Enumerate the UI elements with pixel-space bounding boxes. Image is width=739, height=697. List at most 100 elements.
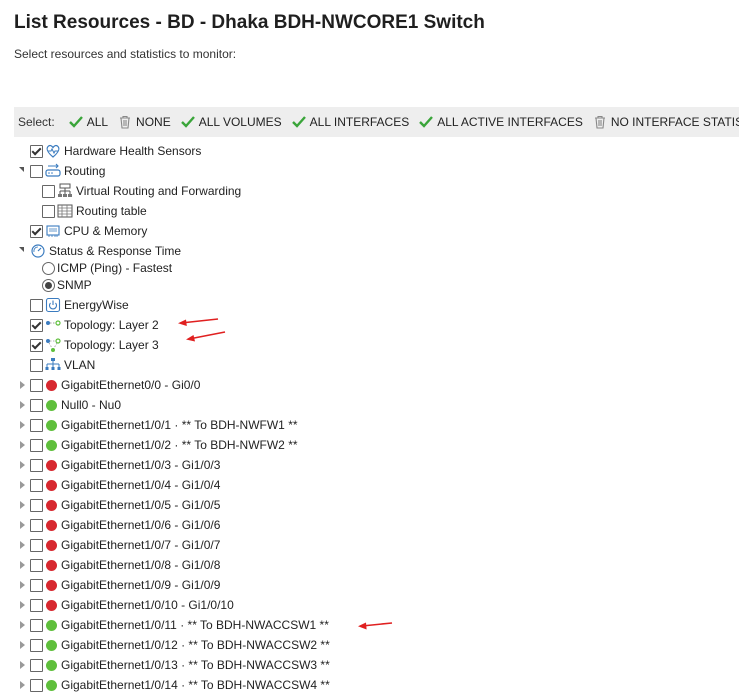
tree-item-topology-layer-3: Topology: Layer 3 [30, 335, 159, 355]
interface-checkbox[interactable] [30, 458, 43, 472]
status-down-icon [46, 479, 57, 491]
topology-layer-3-checkbox[interactable] [30, 338, 43, 352]
select-all-button[interactable]: ALL [68, 115, 108, 129]
interface-row: GigabitEthernet1/0/12 · ** To BDH-NWACCS… [30, 635, 330, 655]
topology-icon [46, 338, 61, 352]
interface-checkbox[interactable] [30, 578, 43, 592]
interface-checkbox[interactable] [30, 658, 43, 672]
interface-label: GigabitEthernet1/0/10 - Gi1/0/10 [61, 598, 234, 612]
chip-icon [46, 225, 60, 237]
select-all-active-interfaces-label: ALL ACTIVE INTERFACES [437, 115, 583, 129]
vrf-icon [58, 183, 72, 197]
interface-checkbox[interactable] [30, 538, 43, 552]
interface-label: GigabitEthernet1/0/12 · ** To BDH-NWACCS… [61, 638, 330, 652]
routing-table-label: Routing table [76, 204, 147, 218]
interface-expander[interactable] [20, 561, 25, 569]
interface-row: GigabitEthernet1/0/11 · ** To BDH-NWACCS… [30, 615, 329, 635]
status-down-icon [46, 579, 57, 591]
interface-expander[interactable] [20, 581, 25, 589]
check-icon [291, 116, 306, 128]
tree-item-cpu-memory: CPU & Memory [30, 221, 147, 241]
interface-expander[interactable] [20, 641, 25, 649]
interface-label: GigabitEthernet0/0 - Gi0/0 [61, 378, 201, 392]
vrf-checkbox[interactable] [42, 184, 55, 198]
tree-item-topology-layer-2: Topology: Layer 2 [30, 315, 159, 335]
select-all-active-interfaces-button[interactable]: ALL ACTIVE INTERFACES [419, 115, 583, 129]
interface-expander[interactable] [20, 381, 25, 389]
vrf-label: Virtual Routing and Forwarding [76, 184, 242, 198]
status-down-icon [46, 539, 57, 551]
interface-expander[interactable] [20, 461, 25, 469]
interface-label: GigabitEthernet1/0/5 - Gi1/0/5 [61, 498, 221, 512]
interface-row: GigabitEthernet1/0/13 · ** To BDH-NWACCS… [30, 655, 330, 675]
status-down-icon [46, 519, 57, 531]
interface-checkbox[interactable] [30, 518, 43, 532]
interface-checkbox[interactable] [30, 558, 43, 572]
interface-expander[interactable] [20, 541, 25, 549]
energywise-label: EnergyWise [64, 298, 129, 312]
page-subtitle: Select resources and statistics to monit… [14, 47, 237, 61]
hardware-health-checkbox[interactable] [30, 144, 43, 158]
interface-checkbox[interactable] [30, 418, 43, 432]
interface-label: GigabitEthernet1/0/14 · ** To BDH-NWACCS… [61, 678, 330, 692]
topology-layer-2-checkbox[interactable] [30, 318, 43, 332]
interface-expander[interactable] [20, 681, 25, 689]
interface-row: GigabitEthernet1/0/14 · ** To BDH-NWACCS… [30, 675, 330, 695]
interface-expander[interactable] [20, 601, 25, 609]
select-all-interfaces-button[interactable]: ALL INTERFACES [291, 115, 410, 129]
interface-expander[interactable] [20, 481, 25, 489]
interface-checkbox[interactable] [30, 378, 43, 392]
interface-expander[interactable] [20, 421, 25, 429]
energywise-checkbox[interactable] [30, 298, 43, 312]
interface-checkbox[interactable] [30, 638, 43, 652]
routing-table-checkbox[interactable] [42, 204, 55, 218]
interface-label: GigabitEthernet1/0/13 · ** To BDH-NWACCS… [61, 658, 330, 672]
status-up-icon [46, 679, 57, 691]
interface-checkbox[interactable] [30, 398, 43, 412]
tree-item-routing-table: Routing table [42, 201, 147, 221]
interface-expander[interactable] [20, 621, 25, 629]
interface-checkbox[interactable] [30, 438, 43, 452]
status-down-icon [46, 599, 57, 611]
interface-row: GigabitEthernet1/0/9 - Gi1/0/9 [30, 575, 220, 595]
snmp-label: SNMP [57, 278, 92, 292]
interface-checkbox[interactable] [30, 618, 43, 632]
status-up-icon [46, 639, 57, 651]
interface-expander[interactable] [20, 501, 25, 509]
interface-checkbox[interactable] [30, 678, 43, 692]
status-up-icon [46, 619, 57, 631]
select-none-button[interactable]: NONE [118, 115, 171, 129]
interface-checkbox[interactable] [30, 478, 43, 492]
vlan-checkbox[interactable] [30, 358, 43, 372]
interface-expander[interactable] [20, 401, 25, 409]
interface-checkbox[interactable] [30, 598, 43, 612]
router-icon [45, 163, 61, 177]
status-up-icon [46, 659, 57, 671]
trash-icon [120, 115, 131, 129]
routing-label: Routing [64, 164, 106, 178]
select-all-interfaces-label: ALL INTERFACES [309, 115, 410, 129]
interface-checkbox[interactable] [30, 498, 43, 512]
snmp-radio[interactable] [42, 278, 55, 292]
interface-row: GigabitEthernet1/0/6 - Gi1/0/6 [30, 515, 220, 535]
status-expander[interactable] [19, 247, 24, 252]
interface-expander[interactable] [20, 661, 25, 669]
interface-expander[interactable] [20, 441, 25, 449]
no-interface-statistics-label: NO INTERFACE STATISTICS [610, 115, 739, 129]
icmp-radio[interactable] [42, 261, 55, 275]
routing-checkbox[interactable] [30, 164, 43, 178]
interface-row: GigabitEthernet1/0/7 - Gi1/0/7 [30, 535, 220, 555]
interface-label: GigabitEthernet1/0/7 - Gi1/0/7 [61, 538, 221, 552]
interface-row: GigabitEthernet1/0/10 - Gi1/0/10 [30, 595, 234, 615]
no-interface-statistics-button[interactable]: NO INTERFACE STATISTICS [593, 115, 739, 129]
check-icon [180, 116, 195, 128]
interface-expander[interactable] [20, 521, 25, 529]
interface-label: GigabitEthernet1/0/4 - Gi1/0/4 [61, 478, 221, 492]
vlan-icon [45, 358, 61, 370]
power-icon [45, 297, 61, 313]
routing-expander[interactable] [19, 167, 24, 172]
topology-icon [46, 320, 61, 326]
select-all-volumes-button[interactable]: ALL VOLUMES [180, 115, 282, 129]
cpu-memory-checkbox[interactable] [30, 224, 43, 238]
vlan-label: VLAN [64, 358, 96, 372]
